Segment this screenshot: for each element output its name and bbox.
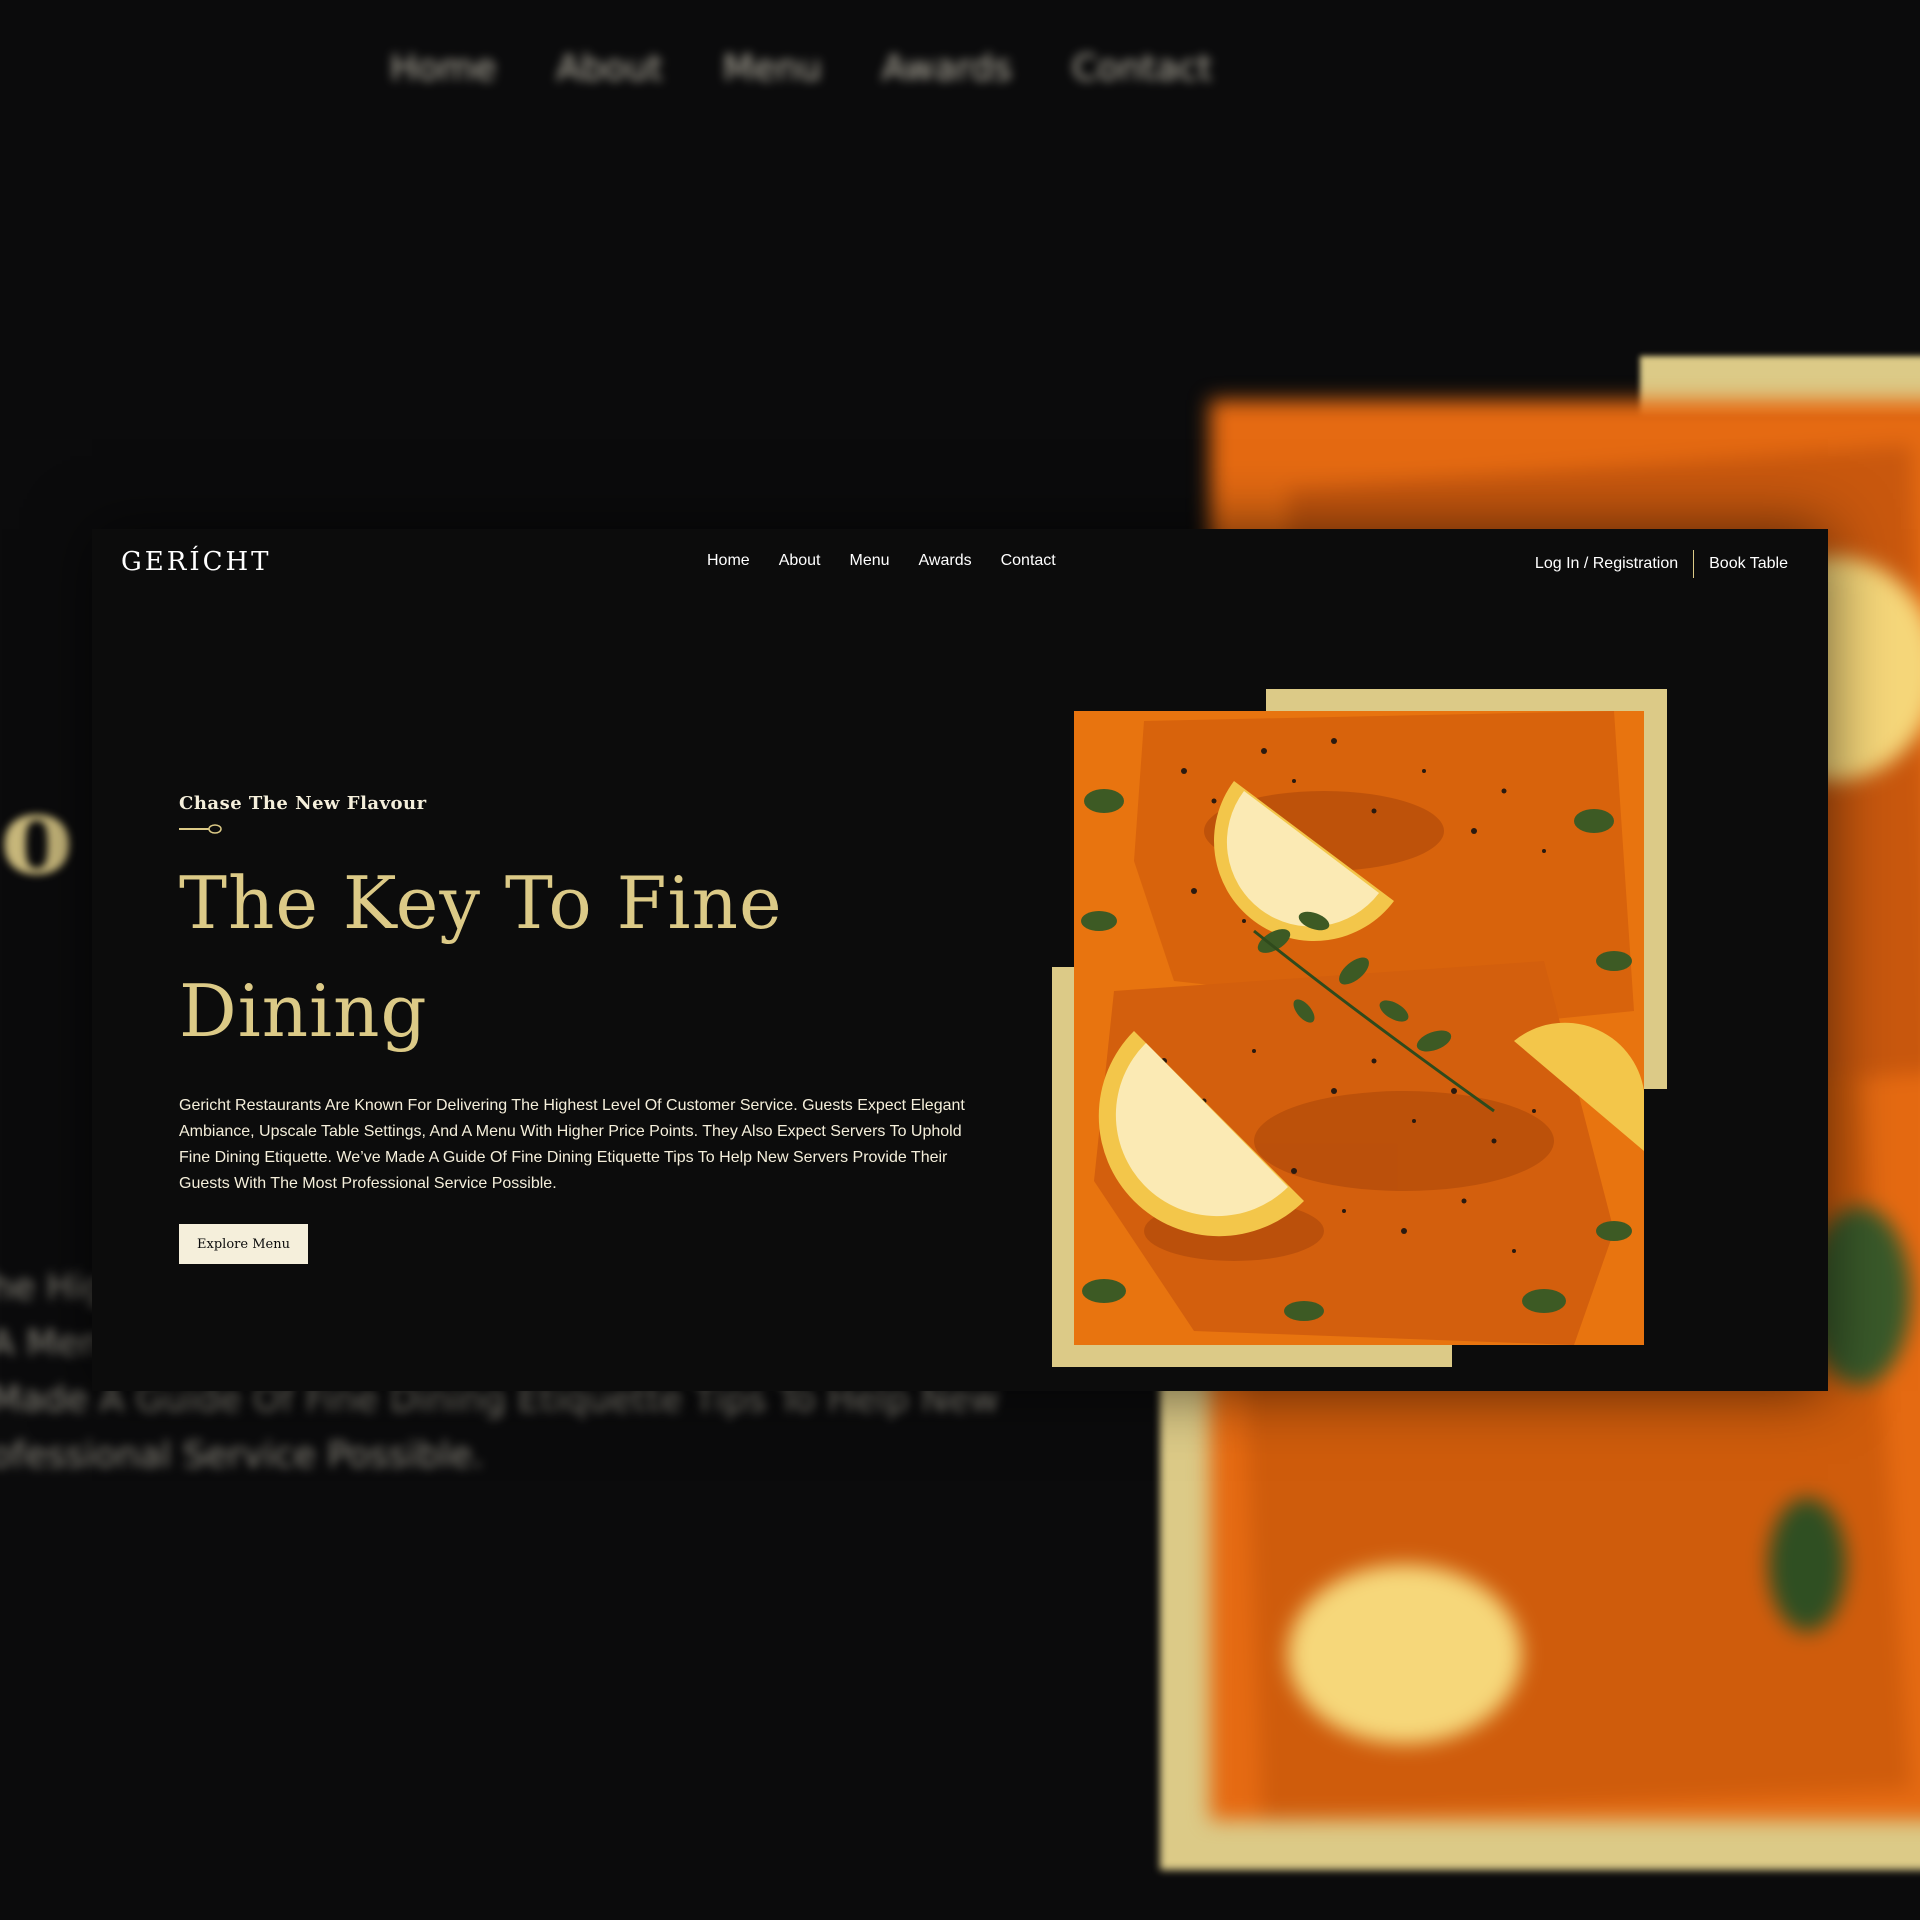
nav-link-awards[interactable]: Awards <box>919 552 972 570</box>
hero-subtitle: Chase The New Flavour <box>179 793 427 814</box>
navbar: GERÍCHT Home About Menu Awards Contact L… <box>92 529 1828 599</box>
hero-card: GERÍCHT Home About Menu Awards Contact L… <box>92 529 1828 1391</box>
spoon-icon <box>179 824 222 834</box>
login-link[interactable]: Log In / Registration <box>1535 555 1678 573</box>
hero-title: The Key To Fine Dining <box>179 861 783 1053</box>
hero-description: Gericht Restaurants Are Known For Delive… <box>179 1097 965 1192</box>
nav-link-contact[interactable]: Contact <box>1001 552 1056 570</box>
background-nav-item: Menu <box>722 48 822 89</box>
nav-links: Home About Menu Awards Contact <box>707 552 1056 570</box>
dish-image <box>1074 711 1644 1345</box>
nav-divider <box>1693 550 1695 578</box>
background-nav-item: Awards <box>881 48 1013 89</box>
nav-link-about[interactable]: About <box>779 552 821 570</box>
background-nav-item: Contact <box>1072 48 1213 89</box>
background-paragraph-line: ofessional Service Possible. <box>0 1435 484 1476</box>
background-headline-fragment: o <box>0 770 74 899</box>
background-nav-item: About <box>556 48 663 89</box>
nav-link-home[interactable]: Home <box>707 552 750 570</box>
nav-link-menu[interactable]: Menu <box>850 552 890 570</box>
brand-logo[interactable]: GERÍCHT <box>121 547 272 577</box>
nav-actions: Log In / Registration Book Table <box>1535 550 1788 578</box>
background-nav: Home About Menu Awards Contact <box>390 48 1212 89</box>
background-nav-item: Home <box>390 48 497 89</box>
book-table-link[interactable]: Book Table <box>1709 555 1788 573</box>
explore-menu-button[interactable]: Explore Menu <box>179 1224 308 1264</box>
